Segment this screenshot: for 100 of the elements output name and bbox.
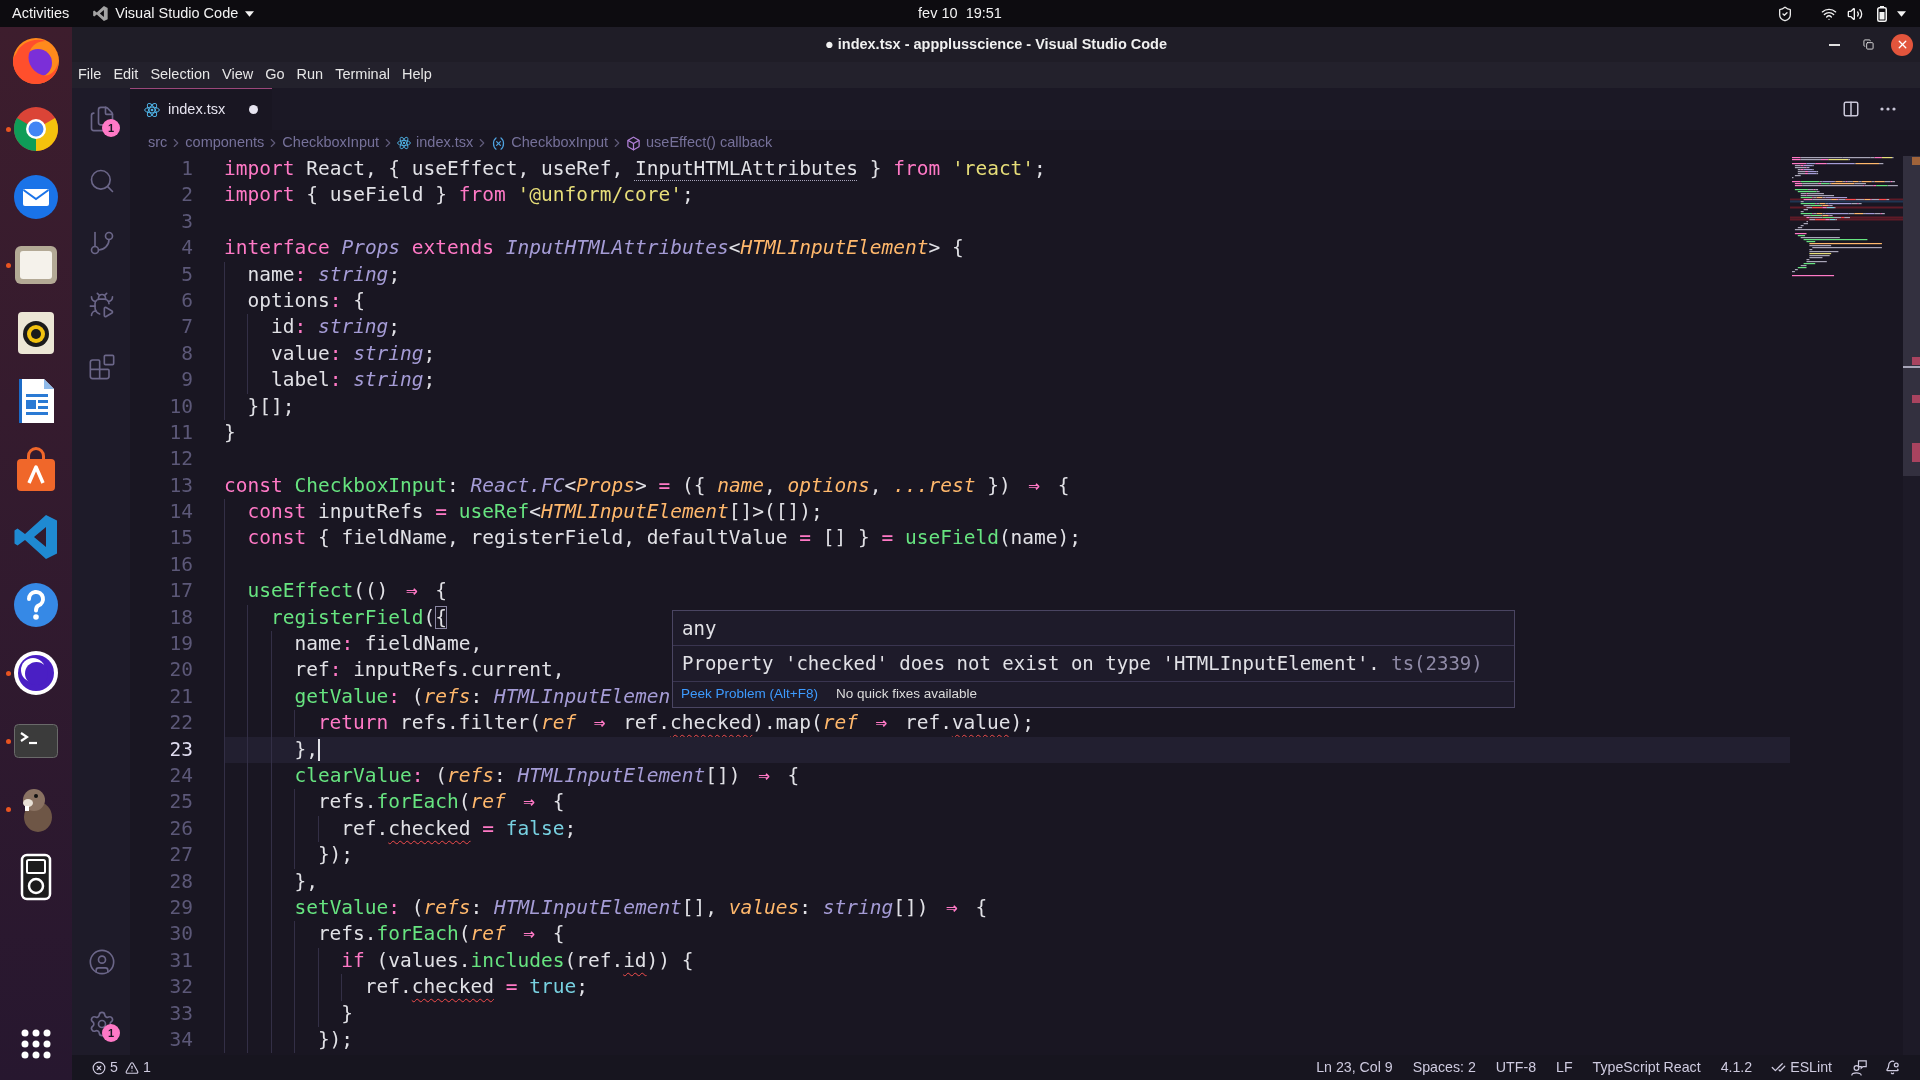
code-line: value: string; bbox=[270, 340, 436, 367]
more-icon bbox=[1880, 107, 1896, 111]
menu-item[interactable]: Go bbox=[259, 62, 291, 88]
code-line: interface Props extends InputHTMLAttributes<HTMLInputElement> { bbox=[224, 235, 964, 262]
line-number: 2 bbox=[181, 182, 193, 209]
code-line: import React, { useEffect, useRef, InputHTMLAttributes } from 'react'; bbox=[224, 156, 1046, 182]
code-line: ref.checked = true; bbox=[364, 974, 588, 1001]
line-number: 21 bbox=[169, 683, 193, 710]
clock[interactable]: fev 10 19:51 bbox=[910, 0, 1010, 27]
line-number: 18 bbox=[169, 604, 193, 631]
bug-play-icon bbox=[88, 291, 116, 319]
breadcrumb-item[interactable]: useEffect() callback bbox=[626, 132, 773, 154]
breadcrumb-item[interactable]: CheckboxInput bbox=[282, 132, 380, 154]
peek-problem-link[interactable]: Peek Problem (Alt+F8) bbox=[681, 684, 818, 705]
error-icon bbox=[92, 1060, 106, 1075]
atom-icon bbox=[397, 136, 412, 150]
breadcrumb-item[interactable]: index.tsx bbox=[397, 132, 474, 154]
warning-icon bbox=[124, 1060, 139, 1075]
menu-item[interactable]: File bbox=[72, 62, 108, 88]
manage-button[interactable]: 1 bbox=[72, 993, 130, 1055]
status-item[interactable]: 4.1.2 bbox=[1710, 1055, 1763, 1080]
code-line: }); bbox=[317, 1026, 354, 1053]
notification-badge: 1 bbox=[102, 119, 120, 137]
menu-item[interactable]: View bbox=[216, 62, 260, 88]
atom-icon bbox=[144, 101, 160, 118]
line-number: 29 bbox=[169, 894, 193, 921]
line-number: 12 bbox=[169, 446, 193, 473]
activities-button[interactable]: Activities bbox=[0, 0, 82, 27]
close-button[interactable] bbox=[1891, 33, 1913, 56]
menu-item[interactable]: Help bbox=[395, 62, 438, 88]
line-number: 5 bbox=[181, 261, 193, 288]
line-number: 19 bbox=[169, 631, 193, 658]
line-number: 31 bbox=[169, 947, 193, 974]
breadcrumb-item[interactable]: components bbox=[185, 132, 265, 154]
split-editor-button[interactable] bbox=[1842, 100, 1860, 118]
explorer-button[interactable]: 1 bbox=[72, 88, 130, 150]
menu-item[interactable]: Selection bbox=[144, 62, 217, 88]
line-number: 20 bbox=[169, 657, 193, 684]
minimap[interactable] bbox=[1790, 156, 1903, 278]
code-line: refs.forEach(ref ⇒ { bbox=[317, 921, 565, 948]
code-ribbon-icon bbox=[12, 513, 60, 561]
code-line: const { fieldName, registerField, defaultValue = [] } = useField(name); bbox=[247, 525, 1082, 552]
line-number: 1 bbox=[181, 156, 193, 182]
blocks-icon bbox=[88, 353, 116, 381]
code-line: refs.forEach(ref ⇒ { bbox=[317, 789, 565, 816]
line-number: 4 bbox=[181, 235, 193, 262]
line-number: 33 bbox=[169, 1000, 193, 1027]
line-number: 27 bbox=[169, 842, 193, 869]
line-number: 26 bbox=[169, 815, 193, 842]
code-line: ref.checked = false; bbox=[341, 815, 577, 842]
menu-item[interactable]: Terminal bbox=[329, 62, 396, 88]
status-item[interactable]: UTF-8 bbox=[1485, 1055, 1547, 1080]
line-number: 16 bbox=[169, 551, 193, 578]
code-line: }[]; bbox=[247, 393, 295, 420]
problems-button[interactable]: 5 1 bbox=[88, 1055, 155, 1080]
window-title: ● index.tsx - appplusscience - Visual Studio Code bbox=[824, 34, 1168, 54]
app-menu-button[interactable]: Visual Studio Code bbox=[89, 0, 259, 27]
quick-fix-note: No quick fixes available bbox=[835, 685, 977, 704]
line-number: 6 bbox=[181, 287, 193, 314]
caret-icon[interactable] bbox=[1897, 10, 1906, 17]
code-line: clearValue: (refs: HTMLInputElement[]) ⇒ { bbox=[294, 763, 800, 789]
breadcrumb-item[interactable]: CheckboxInput bbox=[491, 132, 609, 154]
status-item[interactable]: Spaces: 2 bbox=[1402, 1055, 1486, 1080]
line-number: 3 bbox=[181, 208, 193, 235]
mail-icon bbox=[12, 173, 60, 221]
caret-icon bbox=[245, 10, 255, 17]
shield-icon[interactable] bbox=[1777, 5, 1793, 22]
variable-icon bbox=[491, 135, 507, 151]
more-actions-button[interactable] bbox=[1880, 107, 1896, 111]
cube-icon bbox=[626, 135, 642, 151]
breadcrumb-item[interactable]: src bbox=[148, 132, 168, 154]
code-line: }); bbox=[317, 842, 354, 869]
code-line: }, bbox=[294, 868, 318, 895]
columns-icon bbox=[1842, 100, 1860, 118]
code-line: setValue: (refs: HTMLInputElement[], values: string[]) ⇒ { bbox=[294, 894, 988, 921]
line-number: 30 bbox=[169, 921, 193, 948]
bell-icon bbox=[1885, 1060, 1900, 1075]
status-item[interactable]: TypeScript React bbox=[1582, 1055, 1711, 1080]
code-line: getValue: (refs: HTMLInputElemen bbox=[294, 683, 671, 710]
status-item[interactable]: LF bbox=[1546, 1055, 1583, 1080]
volume-icon[interactable] bbox=[1847, 5, 1863, 22]
text-cursor bbox=[317, 738, 320, 761]
status-item[interactable]: Ln 23, Col 9 bbox=[1306, 1055, 1403, 1080]
line-number: 34 bbox=[169, 1026, 193, 1053]
help-icon bbox=[12, 581, 60, 629]
code-line: useEffect(() ⇒ { bbox=[247, 578, 448, 605]
notification-badge: 1 bbox=[102, 1024, 120, 1042]
line-number: 25 bbox=[169, 789, 193, 816]
app-grid-icon bbox=[21, 1029, 51, 1059]
menu-item[interactable]: Run bbox=[290, 62, 330, 88]
settings-icon bbox=[88, 1010, 116, 1038]
code-line: } bbox=[341, 1000, 354, 1027]
restore-icon bbox=[1862, 39, 1874, 50]
menu-item[interactable]: Edit bbox=[107, 62, 145, 88]
code-line: name: fieldName, bbox=[294, 631, 483, 658]
line-number: 28 bbox=[169, 868, 193, 895]
code-line: } bbox=[224, 419, 236, 446]
eslint-button[interactable]: ESLint bbox=[1762, 1055, 1841, 1080]
line-number: 10 bbox=[169, 393, 193, 420]
battery-icon[interactable] bbox=[1877, 5, 1887, 22]
